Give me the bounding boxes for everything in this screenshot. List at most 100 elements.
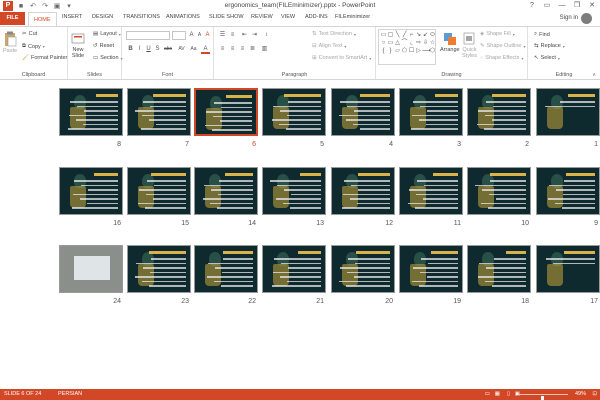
shape-effects-button[interactable]: ◌ Shape Effects ▾ (480, 55, 523, 61)
shape-item[interactable]: ▭ (387, 39, 394, 47)
shape-item[interactable]: △ (394, 39, 401, 47)
text-direction-button[interactable]: ⇅ Text Direction ▾ (312, 31, 356, 37)
convert-smartart-button[interactable]: ⊞ Convert to SmartArt ▾ (312, 55, 371, 61)
shape-item[interactable]: } (387, 47, 394, 55)
bold-button[interactable]: B (126, 45, 135, 54)
tab-animations[interactable]: ANIMATIONS (166, 14, 200, 20)
slide-thumbnail[interactable] (59, 245, 123, 293)
slide-thumbnail[interactable] (262, 167, 326, 215)
shape-item[interactable]: ☐ (408, 47, 415, 55)
shape-item[interactable]: ▷ (415, 47, 422, 55)
find-button[interactable]: ⌕ Find (534, 31, 550, 38)
replace-button[interactable]: ⇆ Replace ▾ (534, 43, 565, 49)
align-text-button[interactable]: ⊟ Align Text ▾ (312, 43, 346, 49)
zoom-slider-thumb[interactable] (541, 396, 544, 400)
align-left-icon[interactable]: ≡ (218, 45, 227, 54)
tab-home[interactable]: HOME (28, 12, 57, 26)
normal-view-icon[interactable]: ▭ (485, 391, 490, 397)
justify-icon[interactable]: ≣ (248, 45, 257, 54)
numbering-icon[interactable]: ≡ (228, 31, 237, 40)
shape-item[interactable]: ⬠ (401, 47, 408, 55)
quick-styles-button[interactable]: Quick Styles (462, 31, 477, 59)
layout-button[interactable]: ▤ Layout ▾ (93, 31, 121, 37)
character-spacing-button[interactable]: AV (176, 45, 187, 54)
tab-design[interactable]: DESIGN (92, 14, 113, 20)
clear-formatting-button[interactable]: A (203, 31, 212, 40)
font-name-combobox[interactable] (126, 31, 170, 40)
italic-button[interactable]: I (135, 45, 144, 54)
text-shadow-button[interactable]: S (153, 45, 162, 54)
tab-fileminimizer[interactable]: FILEminimizer (335, 14, 370, 20)
columns-icon[interactable]: ▥ (260, 45, 269, 54)
shape-item[interactable]: ▢ (387, 31, 394, 39)
change-case-button[interactable]: Aa (188, 45, 199, 54)
shape-outline-button[interactable]: ✎ Shape Outline ▾ (480, 43, 525, 49)
slide-thumbnail[interactable] (194, 88, 258, 136)
shape-item[interactable]: { (380, 47, 387, 55)
slide-thumbnail[interactable] (194, 245, 258, 293)
tab-review[interactable]: REVIEW (251, 14, 273, 20)
font-size-combobox[interactable] (172, 31, 186, 40)
shape-item[interactable]: ⬭ (429, 31, 436, 39)
shape-item[interactable]: ○ (380, 39, 387, 47)
shape-item[interactable]: ⬡ (429, 47, 436, 55)
slide-thumbnail[interactable] (536, 167, 600, 215)
tab-slide-show[interactable]: SLIDE SHOW (209, 14, 244, 20)
tab-transitions[interactable]: TRANSITIONS (123, 14, 160, 20)
avatar[interactable] (581, 13, 592, 24)
shape-fill-button[interactable]: ◈ Shape Fill ▾ (480, 31, 515, 37)
align-center-icon[interactable]: ≡ (228, 45, 237, 54)
zoom-level[interactable]: 49% (575, 391, 586, 397)
font-color-button[interactable]: A (201, 45, 210, 54)
close-button[interactable]: ✕ (586, 0, 598, 11)
slide-thumbnail[interactable] (331, 88, 395, 136)
shape-item[interactable]: ▭ (380, 31, 387, 39)
slide-thumbnail[interactable] (127, 167, 191, 215)
select-button[interactable]: ↖ Select ▾ (534, 55, 560, 61)
align-right-icon[interactable]: ≡ (238, 45, 247, 54)
slide-thumbnail[interactable] (194, 167, 258, 215)
ribbon-display-options-button[interactable]: ▭ (541, 0, 553, 11)
shape-item[interactable]: ╱ (401, 31, 408, 39)
slide-thumbnail[interactable] (59, 88, 123, 136)
slide-thumbnail[interactable] (467, 167, 531, 215)
shape-item[interactable]: ⇩ (422, 39, 429, 47)
slide-thumbnail[interactable] (127, 245, 191, 293)
shape-item[interactable]: ⌐ (408, 31, 415, 39)
copy-button[interactable]: ⧉ Copy ▾ (22, 43, 45, 50)
reading-view-icon[interactable]: ▯ (507, 391, 510, 397)
shape-item[interactable]: ⟶ (422, 47, 431, 55)
reset-button[interactable]: ↺ Reset (93, 43, 114, 49)
tab-add-ins[interactable]: ADD-INS (305, 14, 328, 20)
cut-button[interactable]: ✂ Cut (22, 31, 37, 37)
slide-indicator[interactable]: SLIDE 6 OF 24 (4, 391, 41, 397)
shape-item[interactable]: ↘ (415, 31, 422, 39)
tab-insert[interactable]: INSERT (62, 14, 82, 20)
underline-button[interactable]: U (144, 45, 153, 54)
collapse-ribbon-icon[interactable]: ∧ (592, 72, 596, 78)
paste-button[interactable]: Paste (3, 31, 17, 54)
slide-thumbnail[interactable] (59, 167, 123, 215)
help-button[interactable]: ? (526, 0, 538, 11)
slide-thumbnail[interactable] (127, 88, 191, 136)
new-slide-button[interactable]: New Slide (71, 31, 85, 59)
tab-view[interactable]: VIEW (281, 14, 295, 20)
shape-item[interactable]: ▱ (394, 47, 401, 55)
section-button[interactable]: ▭ Section ▾ (93, 55, 123, 61)
bullets-icon[interactable]: ☰ (218, 31, 227, 40)
tab-file[interactable]: FILE (0, 12, 25, 25)
slide-thumbnail[interactable] (331, 167, 395, 215)
arrange-button[interactable]: Arrange (440, 31, 460, 53)
line-spacing-icon[interactable]: ↕ (262, 31, 271, 40)
shapes-gallery[interactable]: ▭ ▢ ╲ ╱ ⌐ ↘ ↙ ⬭ ○ ▭ △ ⌒ ⌞ ⇨ ⇩ ☆ { } ▱ ⬠ … (378, 29, 436, 65)
decrease-indent-icon[interactable]: ⇤ (240, 31, 249, 40)
slide-thumbnail[interactable] (536, 245, 600, 293)
slide-thumbnail[interactable] (399, 88, 463, 136)
shape-item[interactable]: ↙ (422, 31, 429, 39)
shape-item[interactable]: ⇨ (415, 39, 422, 47)
slide-thumbnail[interactable] (399, 245, 463, 293)
shape-item[interactable]: ╲ (394, 31, 401, 39)
increase-indent-icon[interactable]: ⇥ (250, 31, 259, 40)
slide-thumbnail[interactable] (262, 88, 326, 136)
shape-item[interactable]: ⌒ (401, 39, 408, 47)
